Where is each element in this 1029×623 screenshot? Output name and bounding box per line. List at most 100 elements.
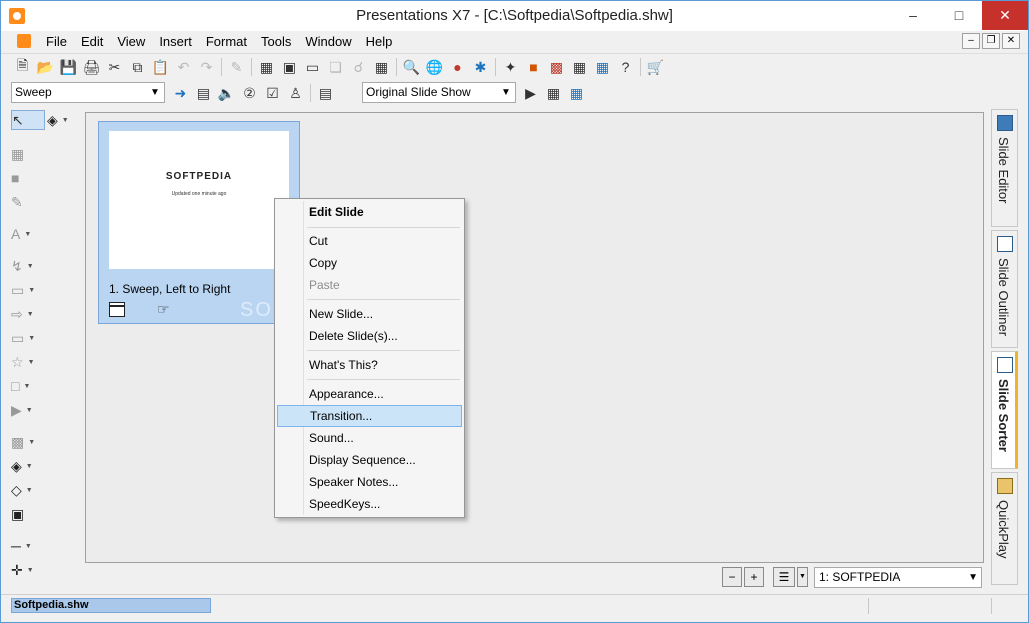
transition-select[interactable]: Sweep ▼	[11, 82, 165, 103]
new-slide-icon[interactable]: ✦	[499, 57, 522, 77]
open-folder-icon[interactable]: 📂	[34, 57, 57, 77]
menu-insert[interactable]: Insert	[152, 34, 199, 49]
fill-color-tool[interactable]: ▩ ▼	[11, 432, 45, 452]
html-icon[interactable]: ▦	[591, 57, 614, 77]
apple-icon[interactable]: ●	[446, 57, 469, 77]
line-style-tool[interactable]: ✛ ▼	[11, 560, 45, 580]
fill-pattern-tool[interactable]: ◈ ▼	[11, 456, 45, 476]
xml-icon[interactable]: ▦	[568, 57, 591, 77]
play-show-icon[interactable]: ▶	[519, 83, 542, 103]
slide-navigator-select[interactable]: 1: SOFTPEDIA ▼	[814, 567, 982, 588]
zoom-out-icon[interactable]: −	[722, 567, 742, 587]
menu-tools[interactable]: Tools	[254, 34, 298, 49]
line-tool[interactable]: ↯ ▼	[11, 256, 45, 276]
slideshow-icon[interactable]: ▤	[314, 83, 337, 103]
hand-pointer-icon[interactable]: ☞	[157, 301, 170, 318]
link-icon[interactable]: ☌	[347, 57, 370, 77]
tab-quickplay[interactable]: QuickPlay	[991, 472, 1018, 585]
menu-item-cut[interactable]: Cut	[277, 230, 462, 252]
copy-icon[interactable]: ⧉	[126, 57, 149, 77]
slideshow-select[interactable]: Original Slide Show ▼	[362, 82, 516, 103]
cut-icon[interactable]: ✂	[103, 57, 126, 77]
save-icon[interactable]: 💾	[57, 57, 80, 77]
pdf-icon[interactable]: ▩	[545, 57, 568, 77]
menu-item-sound[interactable]: Sound...	[277, 427, 462, 449]
rectangle-tool[interactable]: ▭ ▼	[11, 280, 45, 300]
action-button-tool[interactable]: ▶ ▼	[11, 400, 45, 420]
slide-sorter-area[interactable]: SOFTPEDIA Updated one minute ago 1. Swee…	[85, 112, 984, 563]
tab-slide-sorter[interactable]: Slide Sorter	[991, 351, 1018, 469]
menu-item-display-sequence[interactable]: Display Sequence...	[277, 449, 462, 471]
callout-tool[interactable]: ▭ ▼	[11, 328, 45, 348]
speed-icon[interactable]: ▤	[192, 83, 215, 103]
format-painter-icon[interactable]: ✎	[225, 57, 248, 77]
paint-tool[interactable]: ✎	[11, 192, 45, 212]
menu-item-paste[interactable]: Paste	[277, 274, 462, 296]
speech-bubble-tool[interactable]: □ ▼	[11, 376, 45, 396]
mdi-minimize-button[interactable]: –	[962, 33, 980, 49]
slide-list-icon[interactable]: ☰	[773, 567, 795, 587]
fill-tool[interactable]: ◈ ▼	[47, 110, 81, 130]
mdi-close-button[interactable]: ✕	[1002, 33, 1020, 49]
direction-icon[interactable]: ➜	[169, 83, 192, 103]
redo-icon[interactable]: ↷	[195, 57, 218, 77]
star-tool[interactable]: ☆ ▼	[11, 352, 45, 372]
paste-icon[interactable]: 📋	[149, 57, 172, 77]
shadow-tool[interactable]: ▣	[11, 504, 45, 524]
menu-item-speedkeys[interactable]: SpeedKeys...	[277, 493, 462, 515]
new-document-icon[interactable]: 🗎	[11, 57, 34, 77]
close-button[interactable]: ✕	[982, 1, 1028, 30]
insert-object-icon[interactable]: ▦	[255, 57, 278, 77]
publish-html-icon[interactable]: ▦	[565, 83, 588, 103]
zoom-in-icon[interactable]: +	[744, 567, 764, 587]
text-tool[interactable]: A ▼	[11, 224, 45, 244]
menu-item-transition[interactable]: Transition...	[277, 405, 462, 427]
select-tool[interactable]: ↖	[11, 110, 45, 130]
publish-icon[interactable]: ■	[522, 57, 545, 77]
layers-icon[interactable]: ❏	[324, 57, 347, 77]
media-icon[interactable]: ▦	[542, 83, 565, 103]
menu-edit[interactable]: Edit	[74, 34, 110, 49]
chevron-down-icon[interactable]: ▼	[797, 567, 808, 587]
status-file-name[interactable]: Softpedia.shw	[11, 598, 211, 613]
menu-item-copy[interactable]: Copy	[277, 252, 462, 274]
maximize-button[interactable]: □	[936, 1, 982, 30]
asterisk-icon[interactable]: ✱	[469, 57, 492, 77]
checklist-icon[interactable]: ☑	[261, 83, 284, 103]
undo-icon[interactable]: ↶	[172, 57, 195, 77]
tab-slide-outliner[interactable]: Slide Outliner	[991, 230, 1018, 348]
tab-slide-editor[interactable]: Slide Editor	[991, 109, 1018, 227]
menu-item-speaker-notes[interactable]: Speaker Notes...	[277, 471, 462, 493]
menu-view[interactable]: View	[110, 34, 152, 49]
menu-item-delete-slides[interactable]: Delete Slide(s)...	[277, 325, 462, 347]
group-icon[interactable]: ♙	[284, 83, 307, 103]
line-pattern-tool[interactable]: ◇ ▼	[11, 480, 45, 500]
print-icon[interactable]: 🖨	[80, 57, 103, 77]
globe-icon[interactable]: 🌐	[423, 57, 446, 77]
menu-window[interactable]: Window	[298, 34, 358, 49]
minimize-button[interactable]: –	[890, 1, 936, 30]
menu-item-new-slide[interactable]: New Slide...	[277, 303, 462, 325]
frame-icon[interactable]: ▭	[301, 57, 324, 77]
slide-thumbnail[interactable]: SOFTPEDIA Updated one minute ago 1. Swee…	[98, 121, 300, 324]
sequence-icon[interactable]: ②	[238, 83, 261, 103]
transition-indicator-icon[interactable]	[109, 302, 125, 317]
menu-item-appearance[interactable]: Appearance...	[277, 383, 462, 405]
grid-icon[interactable]: ▦	[370, 57, 393, 77]
mdi-restore-button[interactable]: ❐	[982, 33, 1000, 49]
menu-file[interactable]: File	[39, 34, 74, 49]
zoom-icon[interactable]: 🔍	[400, 57, 423, 77]
org-chart-tool[interactable]: ■	[11, 168, 45, 188]
shape-icon[interactable]: ▣	[278, 57, 301, 77]
whats-this-icon[interactable]: ?	[614, 57, 637, 77]
shopping-cart-icon[interactable]: 🛒	[644, 57, 667, 77]
document-icon[interactable]	[17, 34, 31, 48]
sound-icon[interactable]: 🔈	[215, 83, 238, 103]
arrow-shape-tool[interactable]: ⇨ ▼	[11, 304, 45, 324]
line-width-tool[interactable]: ─ ▼	[11, 536, 45, 556]
menu-item-edit-slide[interactable]: Edit Slide	[277, 201, 462, 223]
menu-help[interactable]: Help	[359, 34, 400, 49]
menu-format[interactable]: Format	[199, 34, 254, 49]
chart-tool[interactable]: ▦	[11, 144, 45, 164]
menu-item-whats-this[interactable]: What's This?	[277, 354, 462, 376]
